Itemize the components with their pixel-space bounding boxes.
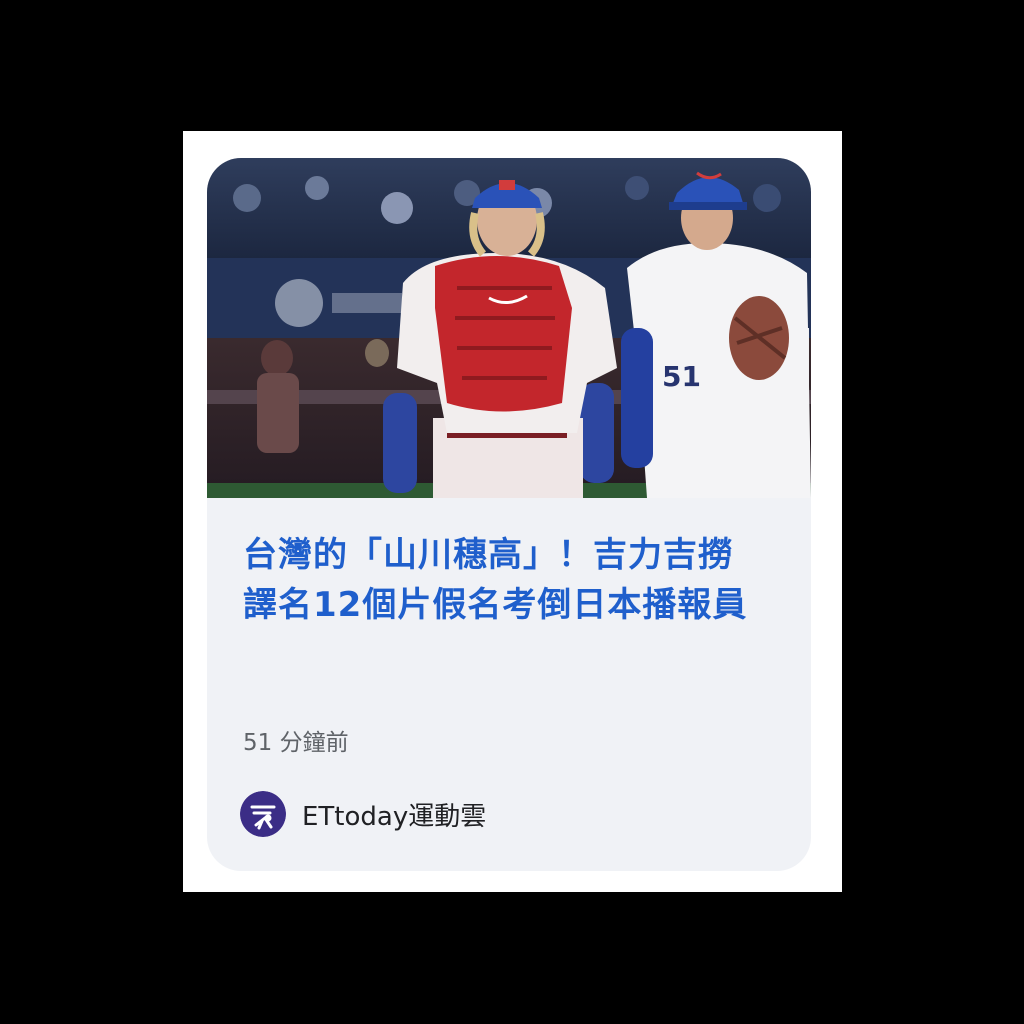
news-card[interactable]: 51 台灣的「山川穗高」！吉力吉撈譯名12個片假名考倒日本播報員 51 分鐘前 … [207,158,811,871]
published-time: 51 分鐘前 [243,730,349,756]
article-image[interactable]: 51 [207,158,811,498]
article-headline[interactable]: 台灣的「山川穗高」！吉力吉撈譯名12個片假名考倒日本播報員 [243,530,763,630]
source-row[interactable]: ETtoday運動雲 [240,790,486,838]
source-name: ETtoday運動雲 [302,801,487,832]
svg-text:51: 51 [662,360,701,393]
ettoday-sports-logo-icon [240,791,286,837]
screenshot-frame: 51 台灣的「山川穗高」！吉力吉撈譯名12個片假名考倒日本播報員 51 分鐘前 … [183,131,842,892]
